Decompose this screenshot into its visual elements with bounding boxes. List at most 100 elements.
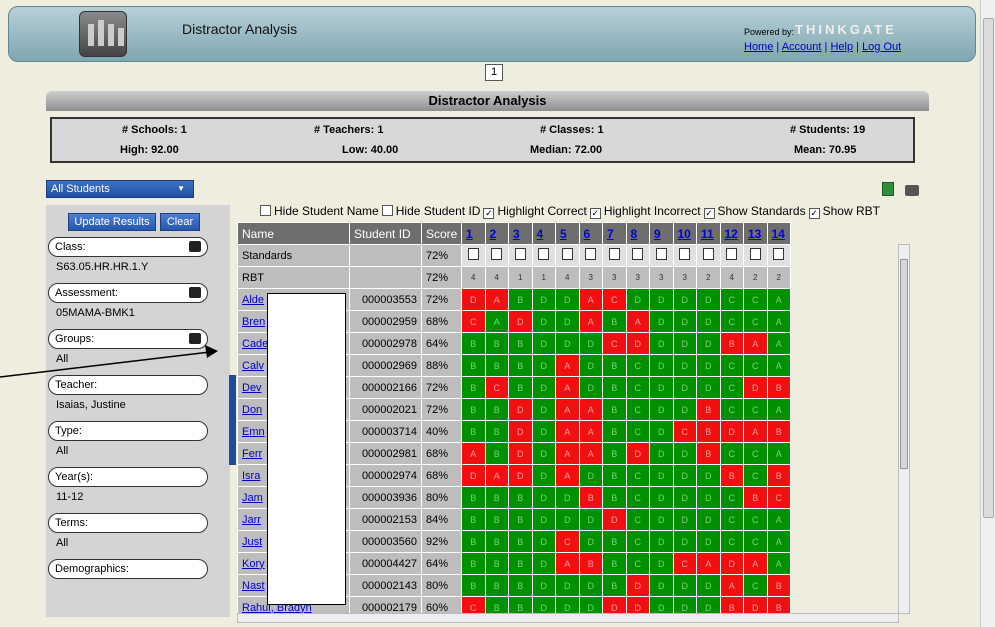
question-header-link[interactable]: 1 [461,222,486,245]
answer-cell: D [649,310,674,333]
option-checkbox[interactable] [381,205,393,216]
question-header-link[interactable]: 11 [696,222,721,245]
filter-value: 11-12 [56,491,84,503]
home-link[interactable]: Home [744,41,773,53]
filter-value: All [56,353,69,365]
answer-cell: C [743,574,768,597]
question-header-link[interactable]: 12 [719,222,744,245]
filter-5[interactable]: Year(s): [48,467,208,487]
filter-1[interactable]: Assessment: [48,283,208,303]
standard-doc-icon[interactable] [585,248,597,260]
answer-cell: D [531,530,556,553]
answer-cell: C [625,354,650,377]
answer-cell: D [696,376,721,399]
answer-cell: B [508,376,533,399]
logout-link[interactable]: Log Out [862,41,901,53]
filter-2[interactable]: Groups: [48,329,208,349]
standard-doc-icon[interactable] [655,248,667,260]
student-score: 88% [421,354,462,377]
standard-doc-icon[interactable] [679,248,691,260]
rbt-cell: 2 [766,266,791,289]
clear-button[interactable]: Clear [160,213,200,231]
col-header-name[interactable]: Name [237,222,350,245]
standard-doc-icon[interactable] [632,248,644,260]
filter-7[interactable]: Demographics: [48,559,208,579]
account-link[interactable]: Account [782,41,822,53]
answer-cell: D [531,464,556,487]
standard-doc-icon[interactable] [608,248,620,260]
option-checkbox[interactable]: ✓ [703,208,715,219]
question-header-link[interactable]: 4 [531,222,556,245]
standard-doc-icon[interactable] [773,248,785,260]
answer-cell: A [578,310,603,333]
filter-4[interactable]: Type: [48,421,208,441]
grid-horizontal-scrollbar[interactable] [237,613,899,623]
question-header-link[interactable]: 8 [625,222,650,245]
question-header-link[interactable]: 14 [766,222,791,245]
standard-cell [531,244,556,267]
col-header-id[interactable]: Student ID [349,222,422,245]
option-label: Highlight Incorrect [603,204,701,218]
answer-cell: C [743,310,768,333]
help-link[interactable]: Help [830,41,853,53]
option-checkbox[interactable]: ✓ [483,208,495,219]
print-icon[interactable] [905,185,920,196]
standard-doc-icon[interactable] [749,248,761,260]
filter-6[interactable]: Terms: [48,513,208,533]
standard-doc-icon[interactable] [561,248,573,260]
standard-doc-icon[interactable] [726,248,738,260]
option-checkbox[interactable]: ✓ [808,208,820,219]
answer-cell: B [766,420,791,443]
excel-export-icon[interactable] [882,182,894,196]
answer-cell: B [461,530,486,553]
student-group-dropdown[interactable]: All Students ▼ [46,180,194,198]
student-id: 000002974 [349,464,422,487]
filter-popup-icon[interactable] [189,287,201,298]
page-scrollbar[interactable] [980,0,995,627]
filter-popup-icon[interactable] [189,241,201,252]
option-checkbox[interactable] [260,205,271,216]
student-id: 000002981 [349,442,422,465]
col-header-score[interactable]: Score [421,222,462,245]
answer-cell: D [649,332,674,355]
answer-cell: D [578,332,603,355]
page-number[interactable]: 1 [485,64,503,81]
standard-doc-icon[interactable] [702,248,714,260]
answer-cell: C [602,332,627,355]
filter-3[interactable]: Teacher: [48,375,208,395]
question-header-link[interactable]: 5 [555,222,580,245]
answer-cell: D [696,486,721,509]
answer-cell: D [743,376,768,399]
standard-doc-icon[interactable] [491,248,503,260]
answer-cell: D [696,530,721,553]
student-score: 64% [421,332,462,355]
answer-cell: C [719,310,744,333]
grid-vertical-scrollbar[interactable] [898,244,910,614]
answer-cell: C [766,486,791,509]
option-label: Hide Student Name [274,204,379,218]
option-checkbox[interactable]: ✓ [589,208,601,219]
standard-doc-icon[interactable] [467,248,479,260]
answer-cell: A [743,420,768,443]
student-id: 000002143 [349,574,422,597]
question-header-link[interactable]: 7 [602,222,627,245]
standard-doc-icon[interactable] [514,248,526,260]
question-header-link[interactable]: 3 [508,222,533,245]
sidebar-collapse-tab[interactable] [229,375,236,465]
student-id: 000002021 [349,398,422,421]
answer-cell: D [672,442,697,465]
answer-cell: D [672,574,697,597]
question-header-link[interactable]: 10 [672,222,697,245]
filter-popup-icon[interactable] [189,333,201,344]
answer-cell: A [555,398,580,421]
answer-cell: D [649,442,674,465]
question-header-link[interactable]: 13 [743,222,768,245]
question-header-link[interactable]: 2 [484,222,509,245]
question-header-link[interactable]: 9 [649,222,674,245]
update-results-button[interactable]: Update Results [68,213,156,231]
filter-value: S63.05.HR.HR.1.Y [56,261,149,273]
question-header-link[interactable]: 6 [578,222,603,245]
filter-0[interactable]: Class: [48,237,208,257]
standard-doc-icon[interactable] [538,248,550,260]
answer-cell: C [743,288,768,311]
